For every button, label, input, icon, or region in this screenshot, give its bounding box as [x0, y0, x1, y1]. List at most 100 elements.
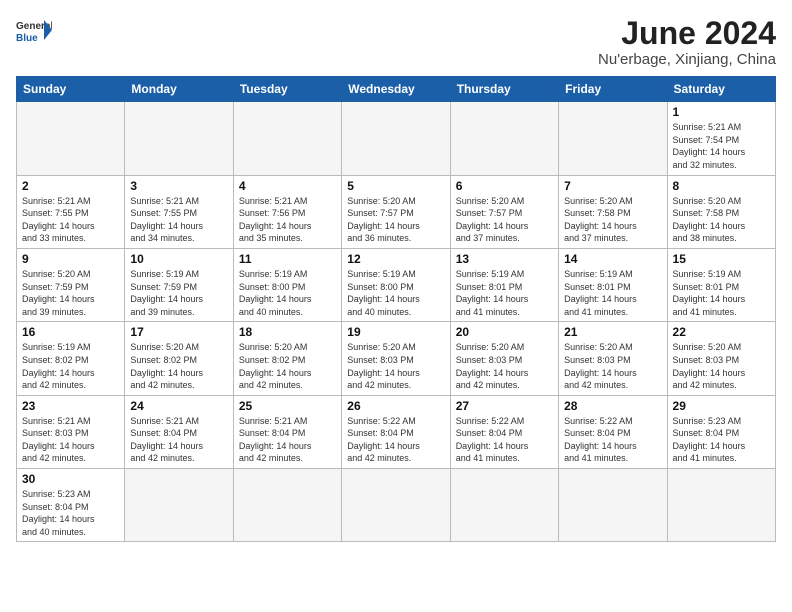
calendar-cell: 3Sunrise: 5:21 AM Sunset: 7:55 PM Daylig… [125, 175, 233, 248]
calendar-cell: 7Sunrise: 5:20 AM Sunset: 7:58 PM Daylig… [559, 175, 667, 248]
calendar-cell [450, 102, 558, 175]
calendar-cell: 5 Sunrise: 5:20 AM Sunset: 7:57 PM Daylig… [342, 175, 450, 248]
svg-text:Blue: Blue [16, 33, 38, 44]
generalblue-logo-icon: General Blue [16, 16, 52, 44]
day-info: Sunrise: 5:19 AM Sunset: 8:00 PM Dayligh… [239, 268, 336, 318]
day-number: 2 [22, 179, 119, 193]
day-number: 11 [239, 252, 336, 266]
calendar-cell: 11 Sunrise: 5:19 AM Sunset: 8:00 PM Dayli… [233, 248, 341, 321]
week-row-4: 23Sunrise: 5:21 AM Sunset: 8:03 PM Dayli… [17, 395, 776, 468]
day-number: 1 [673, 105, 770, 119]
day-number: 19 [347, 325, 444, 339]
day-number: 30 [22, 472, 119, 486]
calendar-cell: 23Sunrise: 5:21 AM Sunset: 8:03 PM Dayli… [17, 395, 125, 468]
calendar-cell: 29Sunrise: 5:23 AM Sunset: 8:04 PM Dayli… [667, 395, 775, 468]
calendar-cell: 17Sunrise: 5:20 AM Sunset: 8:02 PM Dayli… [125, 322, 233, 395]
calendar-cell: 8Sunrise: 5:20 AM Sunset: 7:58 PM Daylig… [667, 175, 775, 248]
calendar-cell [559, 102, 667, 175]
calendar-cell [559, 469, 667, 542]
day-number: 24 [130, 399, 227, 413]
header: General Blue June 2024 Nu'erbage, Xinjia… [16, 16, 776, 68]
weekday-header-tuesday: Tuesday [233, 77, 341, 102]
calendar-table: SundayMondayTuesdayWednesdayThursdayFrid… [16, 76, 776, 542]
week-row-2: 9 Sunrise: 5:20 AM Sunset: 7:59 PM Daylig… [17, 248, 776, 321]
day-number: 17 [130, 325, 227, 339]
week-row-5: 30 Sunrise: 5:23 AM Sunset: 8:04 PM Dayli… [17, 469, 776, 542]
calendar-cell: 27 Sunrise: 5:22 AM Sunset: 8:04 PM Dayli… [450, 395, 558, 468]
calendar-cell: 22Sunrise: 5:20 AM Sunset: 8:03 PM Dayli… [667, 322, 775, 395]
calendar-cell: 13 Sunrise: 5:19 AM Sunset: 8:01 PM Dayli… [450, 248, 558, 321]
day-info: Sunrise: 5:20 AM Sunset: 8:03 PM Dayligh… [564, 341, 661, 391]
calendar-cell: 6 Sunrise: 5:20 AM Sunset: 7:57 PM Daylig… [450, 175, 558, 248]
week-row-1: 2 Sunrise: 5:21 AM Sunset: 7:55 PM Daylig… [17, 175, 776, 248]
day-number: 6 [456, 179, 553, 193]
day-number: 5 [347, 179, 444, 193]
page: General Blue June 2024 Nu'erbage, Xinjia… [0, 0, 792, 612]
day-info: Sunrise: 5:20 AM Sunset: 7:57 PM Dayligh… [347, 195, 444, 245]
day-info: Sunrise: 5:20 AM Sunset: 8:02 PM Dayligh… [239, 341, 336, 391]
title-block: June 2024 Nu'erbage, Xinjiang, China [598, 16, 776, 68]
calendar-cell: 9 Sunrise: 5:20 AM Sunset: 7:59 PM Daylig… [17, 248, 125, 321]
weekday-header-saturday: Saturday [667, 77, 775, 102]
calendar-cell: 26 Sunrise: 5:22 AM Sunset: 8:04 PM Dayli… [342, 395, 450, 468]
day-info: Sunrise: 5:19 AM Sunset: 8:01 PM Dayligh… [456, 268, 553, 318]
day-info: Sunrise: 5:19 AM Sunset: 8:00 PM Dayligh… [347, 268, 444, 318]
day-info: Sunrise: 5:20 AM Sunset: 7:57 PM Dayligh… [456, 195, 553, 245]
day-info: Sunrise: 5:21 AM Sunset: 7:56 PM Dayligh… [239, 195, 336, 245]
calendar-cell: 24Sunrise: 5:21 AM Sunset: 8:04 PM Dayli… [125, 395, 233, 468]
day-info: Sunrise: 5:20 AM Sunset: 8:03 PM Dayligh… [456, 341, 553, 391]
location: Nu'erbage, Xinjiang, China [598, 51, 776, 68]
calendar-cell: 25 Sunrise: 5:21 AM Sunset: 8:04 PM Dayli… [233, 395, 341, 468]
calendar-cell [342, 102, 450, 175]
day-number: 14 [564, 252, 661, 266]
weekday-header-thursday: Thursday [450, 77, 558, 102]
day-number: 12 [347, 252, 444, 266]
day-info: Sunrise: 5:22 AM Sunset: 8:04 PM Dayligh… [564, 415, 661, 465]
day-info: Sunrise: 5:19 AM Sunset: 7:59 PM Dayligh… [130, 268, 227, 318]
week-row-0: 1Sunrise: 5:21 AM Sunset: 7:54 PM Daylig… [17, 102, 776, 175]
calendar-cell: 21 Sunrise: 5:20 AM Sunset: 8:03 PM Dayli… [559, 322, 667, 395]
calendar-cell: 19 Sunrise: 5:20 AM Sunset: 8:03 PM Dayli… [342, 322, 450, 395]
day-number: 26 [347, 399, 444, 413]
day-info: Sunrise: 5:22 AM Sunset: 8:04 PM Dayligh… [347, 415, 444, 465]
day-number: 27 [456, 399, 553, 413]
calendar-cell: 20Sunrise: 5:20 AM Sunset: 8:03 PM Dayli… [450, 322, 558, 395]
calendar-cell [125, 102, 233, 175]
day-info: Sunrise: 5:21 AM Sunset: 7:55 PM Dayligh… [130, 195, 227, 245]
calendar-cell: 1Sunrise: 5:21 AM Sunset: 7:54 PM Daylig… [667, 102, 775, 175]
day-info: Sunrise: 5:20 AM Sunset: 7:58 PM Dayligh… [564, 195, 661, 245]
calendar-cell [667, 469, 775, 542]
day-number: 29 [673, 399, 770, 413]
calendar-cell: 18Sunrise: 5:20 AM Sunset: 8:02 PM Dayli… [233, 322, 341, 395]
day-number: 8 [673, 179, 770, 193]
day-info: Sunrise: 5:21 AM Sunset: 8:04 PM Dayligh… [239, 415, 336, 465]
weekday-header-row: SundayMondayTuesdayWednesdayThursdayFrid… [17, 77, 776, 102]
day-number: 10 [130, 252, 227, 266]
calendar-cell [233, 102, 341, 175]
month-title: June 2024 [598, 16, 776, 51]
day-info: Sunrise: 5:21 AM Sunset: 8:03 PM Dayligh… [22, 415, 119, 465]
calendar-cell: 2 Sunrise: 5:21 AM Sunset: 7:55 PM Daylig… [17, 175, 125, 248]
day-info: Sunrise: 5:19 AM Sunset: 8:01 PM Dayligh… [564, 268, 661, 318]
day-info: Sunrise: 5:20 AM Sunset: 8:03 PM Dayligh… [347, 341, 444, 391]
weekday-header-wednesday: Wednesday [342, 77, 450, 102]
day-number: 13 [456, 252, 553, 266]
calendar-cell: 14 Sunrise: 5:19 AM Sunset: 8:01 PM Dayli… [559, 248, 667, 321]
day-number: 4 [239, 179, 336, 193]
day-info: Sunrise: 5:22 AM Sunset: 8:04 PM Dayligh… [456, 415, 553, 465]
day-info: Sunrise: 5:20 AM Sunset: 8:03 PM Dayligh… [673, 341, 770, 391]
day-info: Sunrise: 5:23 AM Sunset: 8:04 PM Dayligh… [22, 488, 119, 538]
logo: General Blue [16, 16, 52, 44]
weekday-header-friday: Friday [559, 77, 667, 102]
day-info: Sunrise: 5:21 AM Sunset: 7:55 PM Dayligh… [22, 195, 119, 245]
day-number: 25 [239, 399, 336, 413]
calendar-cell [233, 469, 341, 542]
calendar-cell: 15Sunrise: 5:19 AM Sunset: 8:01 PM Dayli… [667, 248, 775, 321]
calendar-cell [17, 102, 125, 175]
day-number: 16 [22, 325, 119, 339]
day-info: Sunrise: 5:20 AM Sunset: 7:59 PM Dayligh… [22, 268, 119, 318]
day-number: 21 [564, 325, 661, 339]
day-number: 9 [22, 252, 119, 266]
day-number: 28 [564, 399, 661, 413]
weekday-header-sunday: Sunday [17, 77, 125, 102]
